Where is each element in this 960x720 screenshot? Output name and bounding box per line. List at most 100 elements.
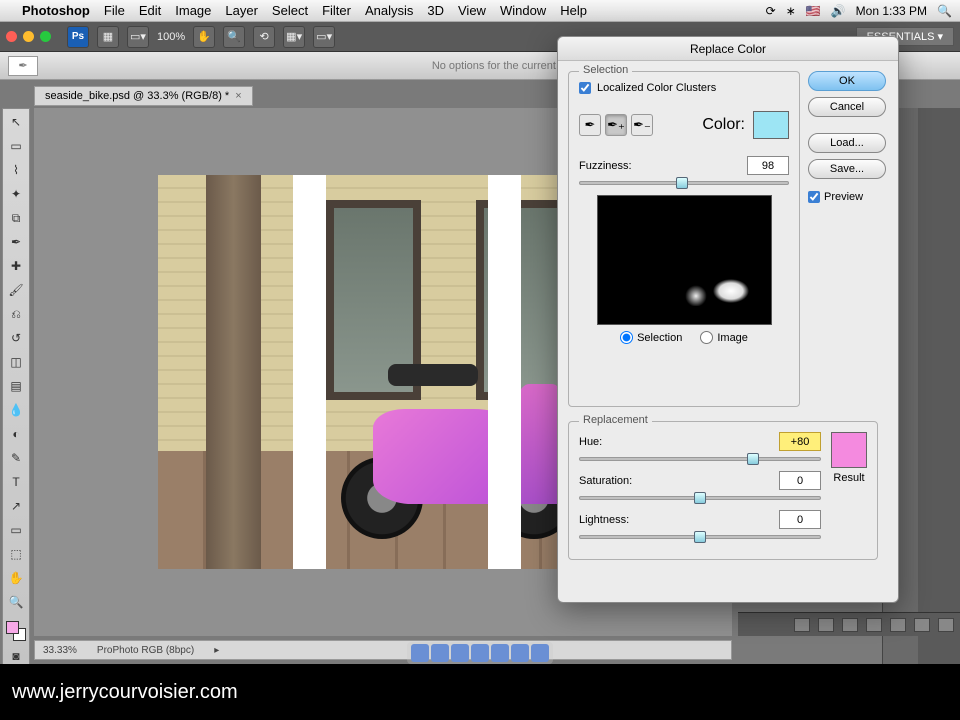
shape-tool-icon[interactable]: ▭ xyxy=(7,521,25,539)
localized-clusters-checkbox[interactable]: Localized Color Clusters xyxy=(579,82,789,94)
status-profile[interactable]: ProPhoto RGB (8bpc) xyxy=(97,645,194,656)
localized-checkbox-input[interactable] xyxy=(579,82,591,94)
cancel-button[interactable]: Cancel xyxy=(808,97,886,117)
preview-checkbox-input[interactable] xyxy=(808,191,820,203)
link-icon[interactable] xyxy=(794,618,810,632)
blur-tool-icon[interactable]: 💧 xyxy=(7,401,25,419)
status-arrow-icon[interactable]: ▸ xyxy=(214,645,219,656)
clock[interactable]: Mon 1:33 PM xyxy=(856,4,927,18)
menu-window[interactable]: Window xyxy=(500,3,546,18)
crop-tool-icon[interactable]: ⧉ xyxy=(7,209,25,227)
gradient-tool-icon[interactable]: ▤ xyxy=(7,377,25,395)
lightness-thumb[interactable] xyxy=(694,531,706,543)
history-brush-icon[interactable]: ↺ xyxy=(7,329,25,347)
quickmask-icon[interactable]: ◙ xyxy=(7,647,25,665)
radio-selection[interactable]: Selection xyxy=(620,331,682,344)
dock-icon[interactable] xyxy=(511,644,529,662)
lightness-slider[interactable] xyxy=(579,535,821,539)
dodge-tool-icon[interactable]: ◐ xyxy=(7,425,25,443)
arrange-dropdown[interactable]: ▦▾ xyxy=(283,26,305,48)
spotlight-icon[interactable]: 🔍 xyxy=(937,4,952,18)
fg-bg-swatch[interactable] xyxy=(6,621,26,641)
move-tool-icon[interactable]: ↖ xyxy=(7,113,25,131)
path-tool-icon[interactable]: ↗ xyxy=(7,497,25,515)
menu-analysis[interactable]: Analysis xyxy=(365,3,413,18)
current-tool-icon[interactable]: ✒︎ xyxy=(8,56,38,76)
menu-view[interactable]: View xyxy=(458,3,486,18)
folder-icon[interactable] xyxy=(890,618,906,632)
stamp-tool-icon[interactable]: ⎌ xyxy=(7,305,25,323)
document-tab[interactable]: seaside_bike.psd @ 33.3% (RGB/8) * × xyxy=(34,86,253,106)
hand-tool2-icon[interactable]: ✋ xyxy=(7,569,25,587)
eyedropper-sub-icon[interactable]: ✒₋ xyxy=(631,114,653,136)
menu-file[interactable]: File xyxy=(104,3,125,18)
dock-icon[interactable] xyxy=(491,644,509,662)
selection-preview[interactable] xyxy=(597,195,772,325)
fuzziness-input[interactable] xyxy=(747,156,789,175)
hue-slider[interactable] xyxy=(579,457,821,461)
flag-icon[interactable]: 🇺🇸 xyxy=(806,4,821,18)
eyedropper-tool-icon[interactable]: ✒ xyxy=(7,233,25,251)
bluetooth-icon[interactable]: ∗ xyxy=(786,4,796,18)
fuzziness-slider[interactable] xyxy=(579,181,789,185)
layout-dropdown[interactable]: ▭▾ xyxy=(127,26,149,48)
trash-icon[interactable] xyxy=(938,618,954,632)
saturation-slider[interactable] xyxy=(579,496,821,500)
menu-layer[interactable]: Layer xyxy=(225,3,258,18)
save-button[interactable]: Save... xyxy=(808,159,886,179)
menu-3d[interactable]: 3D xyxy=(427,3,444,18)
result-color-swatch[interactable] xyxy=(831,432,867,468)
window-controls[interactable] xyxy=(6,31,51,42)
new-layer-icon[interactable] xyxy=(914,618,930,632)
dock-icon[interactable] xyxy=(471,644,489,662)
adjust-icon[interactable] xyxy=(866,618,882,632)
dock-icon[interactable] xyxy=(411,644,429,662)
volume-icon[interactable]: 🔊 xyxy=(831,4,846,18)
menu-edit[interactable]: Edit xyxy=(139,3,161,18)
panel-dock-right[interactable] xyxy=(918,108,960,664)
sample-color-swatch[interactable] xyxy=(753,111,789,139)
preview-checkbox[interactable]: Preview xyxy=(808,191,886,203)
dock-icon[interactable] xyxy=(531,644,549,662)
rotate-tool-icon[interactable]: ⟲ xyxy=(253,26,275,48)
close-tab-icon[interactable]: × xyxy=(235,90,241,102)
radio-image[interactable]: Image xyxy=(700,331,748,344)
load-button[interactable]: Load... xyxy=(808,133,886,153)
wand-tool-icon[interactable]: ✦ xyxy=(7,185,25,203)
menu-filter[interactable]: Filter xyxy=(322,3,351,18)
hue-input[interactable] xyxy=(779,432,821,451)
ok-button[interactable]: OK xyxy=(808,71,886,91)
dock-icon[interactable] xyxy=(451,644,469,662)
lasso-tool-icon[interactable]: ⌇ xyxy=(7,161,25,179)
fuzziness-thumb[interactable] xyxy=(676,177,688,189)
ps-logo-icon[interactable]: Ps xyxy=(67,26,89,48)
pen-tool-icon[interactable]: ✎ xyxy=(7,449,25,467)
eyedropper-icon[interactable]: ✒ xyxy=(579,114,601,136)
menu-image[interactable]: Image xyxy=(175,3,211,18)
hand-tool-icon[interactable]: ✋ xyxy=(193,26,215,48)
saturation-thumb[interactable] xyxy=(694,492,706,504)
screen-mode-dropdown[interactable]: ▭▾ xyxy=(313,26,335,48)
mask-icon[interactable] xyxy=(842,618,858,632)
dock[interactable] xyxy=(407,642,553,664)
zoom-tool2-icon[interactable]: 🔍 xyxy=(7,593,25,611)
menu-help[interactable]: Help xyxy=(560,3,587,18)
type-tool-icon[interactable]: T xyxy=(7,473,25,491)
zoom-tool-icon[interactable]: 🔍 xyxy=(223,26,245,48)
dock-icon[interactable] xyxy=(431,644,449,662)
hue-thumb[interactable] xyxy=(747,453,759,465)
zoom-level[interactable]: 100% xyxy=(157,31,185,43)
app-name[interactable]: Photoshop xyxy=(22,3,90,18)
marquee-tool-icon[interactable]: ▭ xyxy=(7,137,25,155)
eyedropper-add-icon[interactable]: ✒₊ xyxy=(605,114,627,136)
bridge-icon[interactable]: ▦ xyxy=(97,26,119,48)
heal-tool-icon[interactable]: ✚ xyxy=(7,257,25,275)
fx-icon[interactable] xyxy=(818,618,834,632)
saturation-input[interactable] xyxy=(779,471,821,490)
3d-tool-icon[interactable]: ⬚ xyxy=(7,545,25,563)
menu-select[interactable]: Select xyxy=(272,3,308,18)
time-machine-icon[interactable]: ⟳ xyxy=(766,4,776,18)
brush-tool-icon[interactable]: 🖌 xyxy=(7,281,25,299)
eraser-tool-icon[interactable]: ◫ xyxy=(7,353,25,371)
status-zoom[interactable]: 33.33% xyxy=(43,645,77,656)
